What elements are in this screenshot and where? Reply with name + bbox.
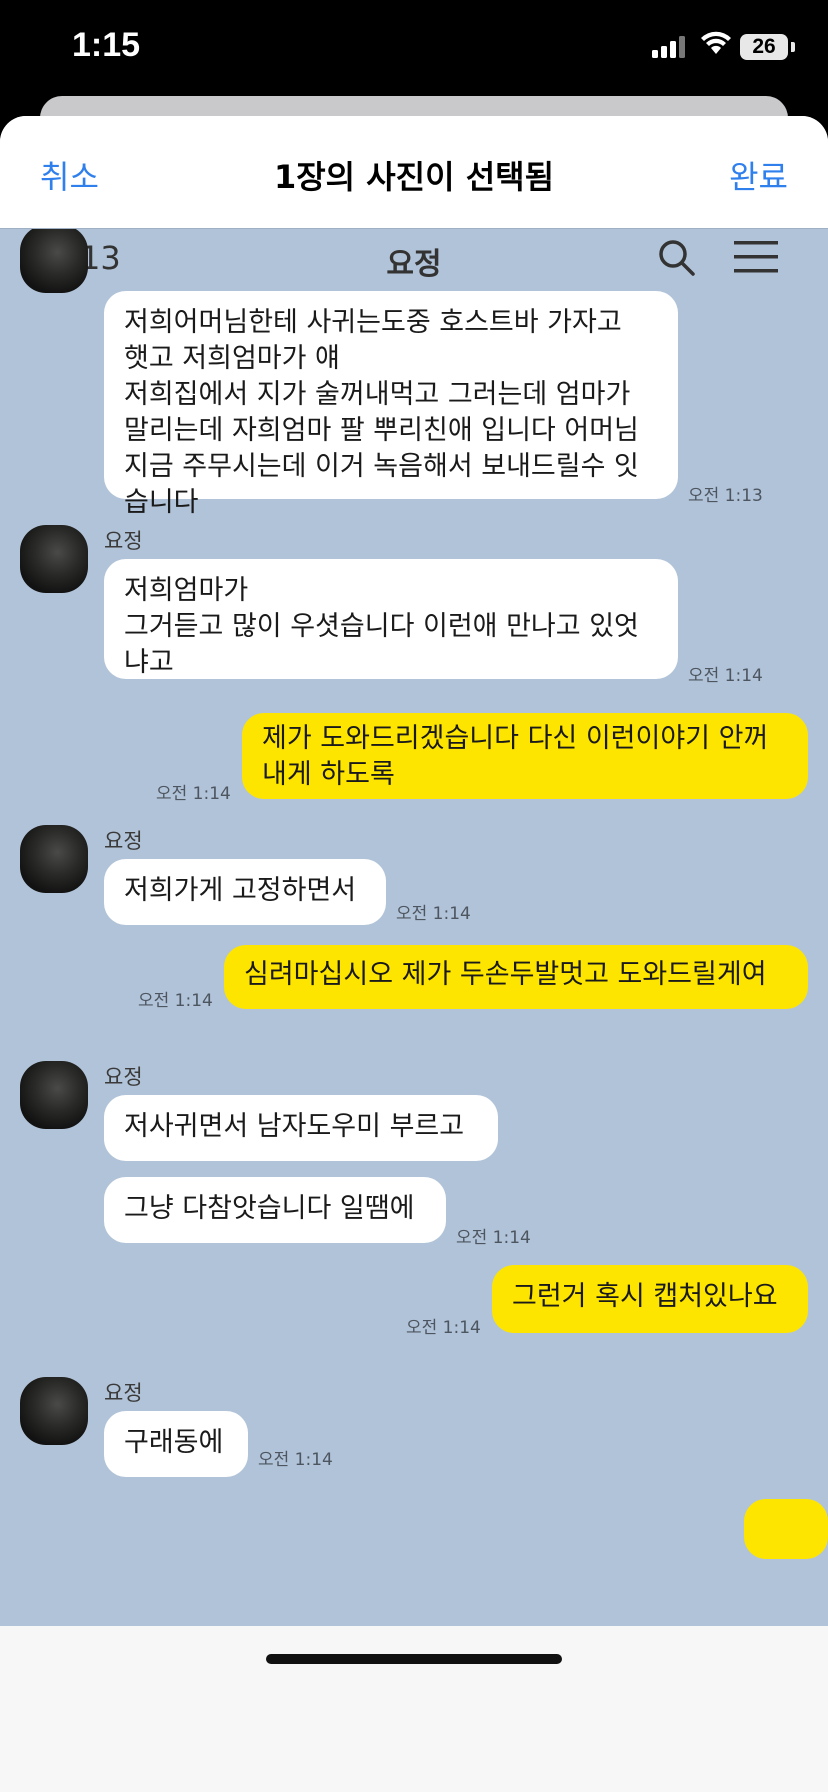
menu-icon <box>734 241 778 273</box>
message-bubble: 그냥 다참앗습니다 일땜에 <box>104 1177 446 1243</box>
message-bubble-sent: 제가 도와드리겠습니다 다신 이런이야기 안꺼 내게 하도록 <box>242 713 808 799</box>
wifi-icon <box>701 31 731 54</box>
search-icon <box>659 240 695 276</box>
message-bubble-sent-partial <box>744 1499 828 1559</box>
message-time: 오전 1:14 <box>406 1318 481 1338</box>
message-time: 오전 1:14 <box>396 904 471 924</box>
done-button[interactable]: 완료 <box>729 152 788 198</box>
avatar <box>20 229 88 293</box>
selected-photo[interactable]: 13 요정 저희어머님한테 사귀는도중 호스트바 가자고 햇고 저희엄마가 얘 … <box>0 228 828 1627</box>
cellular-signal-icon <box>652 36 685 58</box>
message-bubble: 저희어머님한테 사귀는도중 호스트바 가자고 햇고 저희엄마가 얘 저희집에서 … <box>104 291 678 518</box>
sender-name: 요정 <box>104 829 143 853</box>
message-bubble: 구래동에 <box>104 1411 248 1477</box>
bottom-toolbar-area <box>0 1626 828 1792</box>
avatar <box>20 1061 88 1129</box>
sender-name: 요정 <box>104 1381 143 1405</box>
chat-header: 13 요정 <box>0 229 828 285</box>
message-time: 오전 1:14 <box>456 1228 531 1248</box>
message-bubble-sent: 그런거 혹시 캡처있나요 <box>492 1265 808 1333</box>
message-time: 오전 1:14 <box>688 666 763 686</box>
message-time: 오전 1:14 <box>156 784 231 804</box>
sheet-header: 취소 1장의 사진이 선택됨 완료 <box>0 116 828 228</box>
message-bubble: 저희가게 고정하면서 <box>104 859 386 925</box>
avatar <box>20 825 88 893</box>
home-indicator[interactable] <box>266 1654 562 1664</box>
message-bubble-sent: 심려마십시오 제가 두손두발멋고 도와드릴게여 <box>224 945 808 1009</box>
message-time: 오전 1:14 <box>258 1450 333 1470</box>
chat-title: 요정 <box>386 247 442 282</box>
message-time: 오전 1:14 <box>138 991 213 1011</box>
status-bar: 1:15 26 <box>0 0 828 100</box>
message-bubble: 저희엄마가 그거듣고 많이 우셧습니다 이런애 만나고 있엇 냐고 <box>104 559 678 679</box>
avatar <box>20 1377 88 1445</box>
sender-name: 요정 <box>104 529 143 553</box>
battery-tip <box>791 42 795 52</box>
battery-icon: 26 <box>740 34 788 60</box>
avatar <box>20 525 88 593</box>
photo-picker-sheet: 취소 1장의 사진이 선택됨 완료 13 요정 저희어머님한테 사귀는도중 호스 <box>0 116 828 1792</box>
status-time: 1:15 <box>72 26 141 64</box>
sender-name: 요정 <box>104 1065 143 1089</box>
message-bubble: 저사귀면서 남자도우미 부르고 <box>104 1095 498 1161</box>
sheet-title: 1장의 사진이 선택됨 <box>273 158 555 196</box>
message-time: 오전 1:13 <box>688 486 763 506</box>
